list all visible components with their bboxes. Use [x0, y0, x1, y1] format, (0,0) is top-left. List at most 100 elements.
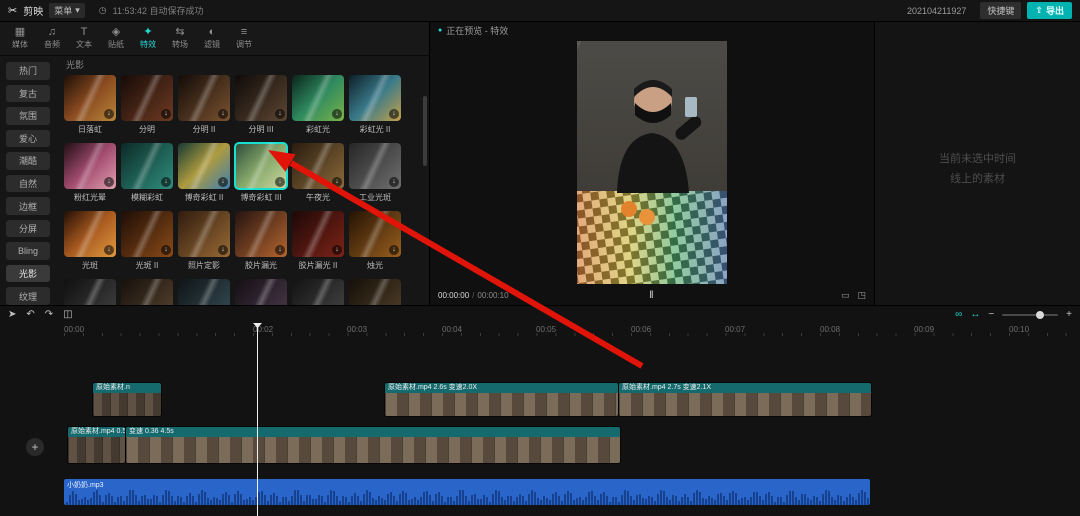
preview-follow-toggle[interactable]: ↔ — [970, 310, 980, 320]
tab-filter[interactable]: ◐滤镜 — [196, 27, 228, 50]
effect-thumb[interactable]: ↓ — [235, 143, 287, 189]
grid-scrollbar[interactable] — [423, 96, 427, 166]
effect-item[interactable]: ↓ — [178, 279, 235, 305]
effect-item[interactable]: ↓胶片漏光 — [235, 211, 292, 279]
effect-thumb[interactable]: ↓ — [292, 75, 344, 121]
effect-thumb[interactable]: ↓ — [292, 279, 344, 305]
effect-thumb[interactable]: ↓ — [235, 211, 287, 257]
zoom-slider[interactable] — [1002, 310, 1058, 320]
effect-item[interactable]: ↓光斑 — [64, 211, 121, 279]
effect-item[interactable]: ↓ — [64, 279, 121, 305]
effect-item[interactable]: ↓工业光斑 — [349, 143, 406, 211]
effect-item[interactable]: ↓博奇彩虹 III — [235, 143, 292, 211]
effect-item[interactable]: ↓ 日落虹 — [64, 75, 121, 143]
category-item[interactable]: Bling — [6, 242, 50, 260]
effect-thumb[interactable]: ↓ — [178, 211, 230, 257]
tab-text[interactable]: T文本 — [68, 27, 100, 50]
effect-item[interactable]: ↓粉红光晕 — [64, 143, 121, 211]
effects-grid-wrap: 光影 ↓日落虹↓分明↓分明 II↓分明 III↓彩虹光↓彩虹光 II↓粉红光晕↓… — [58, 56, 429, 305]
asset-panel: ▦媒体♫音频T文本◈贴纸✦特效⇆转场◐滤镜≡调节 热门复古氛围爱心潮酷自然边框分… — [0, 22, 430, 305]
effect-thumb[interactable]: ↓ — [349, 211, 401, 257]
category-item[interactable]: 复古 — [6, 85, 50, 103]
tab-transition[interactable]: ⇆转场 — [164, 27, 196, 50]
category-item[interactable]: 分屏 — [6, 220, 50, 238]
effect-item[interactable]: ↓模糊彩虹 — [121, 143, 178, 211]
effect-item[interactable]: ↓分明 II — [178, 75, 235, 143]
select-tool[interactable]: ➤ — [8, 310, 16, 320]
effect-item[interactable]: ↓分明 III — [235, 75, 292, 143]
effect-item[interactable]: ↓烛光 — [349, 211, 406, 279]
category-item[interactable]: 边框 — [6, 197, 50, 215]
ratio-button[interactable]: ▭ — [841, 290, 850, 301]
zoom-slider-track — [1002, 314, 1058, 316]
add-track-button[interactable]: + — [26, 438, 44, 456]
effect-item[interactable]: ↓ — [349, 279, 406, 305]
effect-thumb[interactable]: ↓ — [121, 211, 173, 257]
category-item[interactable]: 爱心 — [6, 130, 50, 148]
effect-item[interactable]: ↓博奇彩虹 II — [178, 143, 235, 211]
effect-thumb[interactable]: ↓ — [64, 279, 116, 305]
effect-item[interactable]: ↓ — [121, 279, 178, 305]
effect-thumb[interactable]: ↓ — [235, 279, 287, 305]
category-item[interactable]: 纹理 — [6, 287, 50, 305]
effect-thumb[interactable]: ↓ — [178, 143, 230, 189]
effect-item[interactable]: ↓彩虹光 — [292, 75, 349, 143]
tab-effects[interactable]: ✦特效 — [132, 27, 164, 50]
category-item[interactable]: 热门 — [6, 62, 50, 80]
clip[interactable]: 原始素材.mp4 0.5倍 — [68, 427, 125, 463]
effect-thumb[interactable]: ↓ — [235, 75, 287, 121]
effect-thumb[interactable]: ↓ — [121, 279, 173, 305]
effect-thumb[interactable]: ↓ — [349, 143, 401, 189]
category-item[interactable]: 自然 — [6, 175, 50, 193]
undo-button[interactable]: ↶ — [26, 310, 34, 320]
effect-thumb[interactable]: ↓ — [121, 75, 173, 121]
split-tool[interactable]: ◫ — [63, 310, 72, 320]
effect-thumb[interactable]: ↓ — [178, 75, 230, 121]
preview-video-art — [577, 41, 727, 284]
pause-button[interactable]: ‖ — [649, 290, 654, 301]
tab-adjust[interactable]: ≡调节 — [228, 27, 260, 50]
tab-sticker[interactable]: ◈贴纸 — [100, 27, 132, 50]
effect-thumb[interactable]: ↓ — [64, 75, 116, 121]
fullscreen-button[interactable]: ◳ — [857, 290, 866, 301]
clip[interactable]: 原始素材.n — [93, 383, 161, 416]
redo-button[interactable]: ↷ — [45, 310, 53, 320]
effect-thumb[interactable]: ↓ — [64, 143, 116, 189]
zoom-out-button[interactable]: − — [988, 310, 994, 320]
effect-item[interactable]: ↓午夜光 — [292, 143, 349, 211]
zoom-in-button[interactable]: + — [1066, 310, 1072, 320]
clip[interactable]: 原始素材.mp4 2.6s 变速2.0X — [385, 383, 618, 416]
effect-item[interactable]: ↓光斑 II — [121, 211, 178, 279]
effect-thumb[interactable]: ↓ — [64, 211, 116, 257]
audio-clip[interactable]: 小奶奶.mp3 — [64, 479, 870, 505]
effect-item[interactable]: ↓照片定影 — [178, 211, 235, 279]
effect-item[interactable]: ↓ — [235, 279, 292, 305]
effect-label: 日落虹 — [64, 124, 116, 135]
playhead[interactable] — [257, 323, 258, 516]
effect-item[interactable]: ↓胶片漏光 II — [292, 211, 349, 279]
effect-item[interactable]: ↓分明 — [121, 75, 178, 143]
clip[interactable]: 变速 0.36 4.5s — [126, 427, 620, 463]
menu-label: 菜单 — [54, 4, 72, 17]
effect-item[interactable]: ↓ — [292, 279, 349, 305]
category-item[interactable]: 潮酷 — [6, 152, 50, 170]
effect-thumb[interactable]: ↓ — [292, 211, 344, 257]
effect-item[interactable]: ↓彩虹光 II — [349, 75, 406, 143]
tab-audio[interactable]: ♫音频 — [36, 27, 68, 50]
effect-thumb[interactable]: ↓ — [178, 279, 230, 305]
effect-thumb[interactable]: ↓ — [121, 143, 173, 189]
time-ruler[interactable]: 00:0000:0200:0300:0400:0500:0600:0700:08… — [0, 323, 1080, 338]
effect-thumb[interactable]: ↓ — [349, 75, 401, 121]
category-item[interactable]: 氛围 — [6, 107, 50, 125]
timeline-toolbar: ➤ ↶ ↷ ◫ ∞ ↔ − + — [0, 306, 1080, 323]
effect-thumb[interactable]: ↓ — [349, 279, 401, 305]
zoom-slider-thumb[interactable] — [1036, 311, 1044, 319]
category-item[interactable]: 光影 — [6, 265, 50, 283]
tab-media[interactable]: ▦媒体 — [4, 27, 36, 50]
export-button[interactable]: ⇧ 导出 — [1027, 2, 1072, 19]
effect-thumb[interactable]: ↓ — [292, 143, 344, 189]
menu-button[interactable]: 菜单 ▾ — [49, 3, 85, 18]
clip[interactable]: 原始素材.mp4 2.7s 变速2.1X — [619, 383, 871, 416]
shortcut-button[interactable]: 快捷键 — [980, 2, 1021, 19]
link-material-toggle[interactable]: ∞ — [955, 310, 962, 320]
